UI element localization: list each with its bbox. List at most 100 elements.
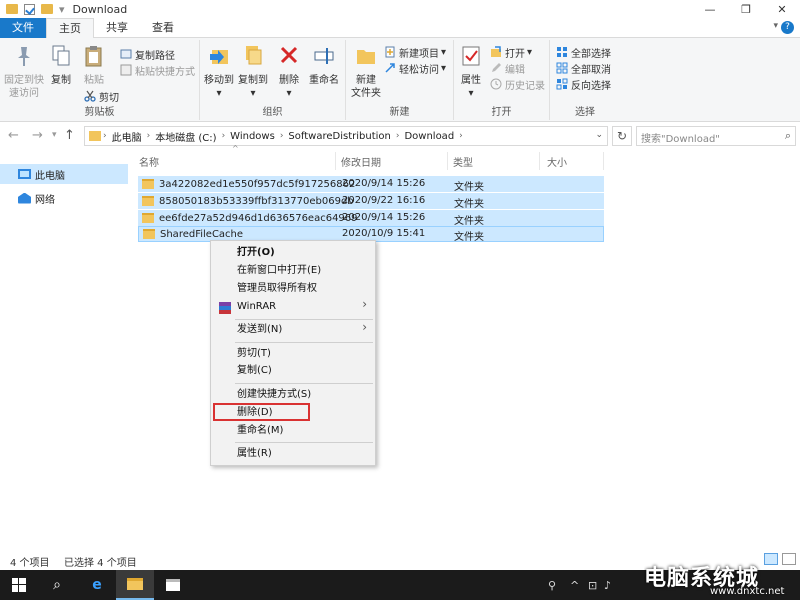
- copy-path-button[interactable]: 复制路径: [120, 46, 175, 62]
- new-folder-button[interactable]: 新建 文件夹: [350, 44, 382, 100]
- select-none-button[interactable]: 全部取消: [556, 60, 611, 76]
- copy-to-label: 复制到: [238, 75, 268, 86]
- forward-arrow-icon[interactable]: →: [32, 128, 43, 143]
- delete-button[interactable]: 删除 ▾: [276, 44, 302, 100]
- pin-label-1: 固定到快: [4, 75, 44, 86]
- move-to-button[interactable]: 移动到 ▾: [202, 44, 236, 100]
- menu-item-copy[interactable]: 复制(C): [237, 363, 272, 379]
- crumb-softwaredistribution[interactable]: SoftwareDistribution: [288, 131, 390, 142]
- menu-item-rename[interactable]: 重命名(M): [237, 423, 283, 439]
- file-explorer-icon[interactable]: [116, 570, 154, 600]
- menu-item-create-shortcut[interactable]: 创建快捷方式(S): [237, 387, 311, 403]
- chevron-right-icon: ›: [221, 131, 226, 141]
- address-bar[interactable]: › 此电脑 › 本地磁盘 (C:) › Windows › SoftwareDi…: [84, 126, 608, 146]
- nav-item-this-pc[interactable]: 此电脑: [0, 164, 128, 184]
- context-menu: 打开(O) 在新窗口中打开(E) 管理员取得所有权 WinRAR › 发送到(N…: [210, 240, 376, 466]
- invert-selection-label: 反向选择: [571, 80, 611, 92]
- file-row[interactable]: ee6fde27a52d946d1d636576eac64969 2020/9/…: [138, 210, 604, 227]
- maximize-button[interactable]: ❐: [728, 0, 764, 18]
- history-button[interactable]: 历史记录: [490, 76, 545, 92]
- menu-item-winrar[interactable]: WinRAR: [237, 299, 276, 315]
- copy-button[interactable]: 复制: [46, 44, 76, 87]
- open-dropdown-icon: ▾: [527, 46, 533, 58]
- paste-button[interactable]: 粘贴: [78, 44, 110, 87]
- refresh-button[interactable]: ↻: [612, 126, 632, 146]
- new-folder-quick-icon[interactable]: [41, 4, 53, 14]
- crumb-this-pc[interactable]: 此电脑: [112, 129, 142, 144]
- crumb-download[interactable]: Download: [404, 131, 454, 142]
- windows-logo-icon: [12, 578, 26, 592]
- close-button[interactable]: ✕: [764, 0, 800, 18]
- file-name: 858050183b53339ffbf313770eb069db: [159, 195, 354, 207]
- paste-shortcut-button[interactable]: 粘贴快捷方式: [120, 62, 195, 78]
- network-tray-icon[interactable]: ⊡: [588, 579, 597, 592]
- menu-separator: [235, 342, 373, 343]
- rename-button[interactable]: 重命名: [306, 44, 342, 87]
- edit-button[interactable]: 编辑: [490, 60, 525, 76]
- properties-label: 属性: [461, 75, 481, 86]
- select-none-icon: [556, 62, 568, 74]
- column-header-name[interactable]: 名称: [136, 152, 336, 170]
- menu-item-send-to[interactable]: 发送到(N): [237, 322, 282, 338]
- chevron-right-icon: ›: [103, 131, 107, 141]
- person-icon[interactable]: ⚲: [548, 579, 556, 592]
- windows-start-icon[interactable]: [0, 570, 38, 600]
- properties-button[interactable]: 属性 ▾: [458, 44, 484, 100]
- recent-dropdown-icon[interactable]: ▾: [52, 130, 57, 140]
- tab-share[interactable]: 共享: [94, 18, 140, 38]
- tab-file[interactable]: 文件: [0, 18, 46, 38]
- file-row[interactable]: 3a422082ed1e550f957dc5f917256862 2020/9/…: [138, 176, 604, 193]
- open-group-label: 打开: [491, 107, 512, 118]
- volume-icon[interactable]: ♪: [604, 579, 611, 592]
- select-all-button[interactable]: 全部选择: [556, 44, 611, 60]
- cut-button[interactable]: 剪切: [84, 88, 119, 104]
- column-modified-label: 修改日期: [341, 157, 381, 169]
- search-icon[interactable]: ⌕: [38, 570, 76, 600]
- address-row: ← → ▾ ↑ › 此电脑 › 本地磁盘 (C:) › Windows › So…: [0, 124, 800, 148]
- pin-quick-access-button[interactable]: 固定到快 速访问: [4, 44, 44, 100]
- clipboard-group-label: 剪贴板: [84, 107, 115, 118]
- menu-item-open-new-window[interactable]: 在新窗口中打开(E): [237, 263, 321, 279]
- crumb-windows[interactable]: Windows: [230, 131, 275, 142]
- store-icon[interactable]: [154, 570, 192, 600]
- invert-selection-button[interactable]: 反向选择: [556, 76, 611, 92]
- history-label: 历史记录: [505, 80, 545, 92]
- address-dropdown-icon[interactable]: ⌄: [595, 130, 603, 140]
- menu-item-cut[interactable]: 剪切(T): [237, 346, 271, 362]
- copy-to-button[interactable]: 复制到 ▾: [236, 44, 270, 100]
- tab-view[interactable]: 查看: [140, 18, 186, 38]
- history-icon: [490, 78, 502, 90]
- chevron-up-icon[interactable]: ^: [570, 579, 579, 592]
- column-header-type[interactable]: 类型: [450, 152, 540, 170]
- nav-item-network[interactable]: 网络: [0, 188, 128, 208]
- column-header-size[interactable]: 大小: [544, 152, 604, 170]
- menu-item-open[interactable]: 打开(O): [237, 245, 275, 261]
- help-icon[interactable]: ?: [781, 21, 794, 34]
- column-header-modified[interactable]: 修改日期: [338, 152, 448, 170]
- file-name: ee6fde27a52d946d1d636576eac64969: [159, 212, 358, 224]
- move-to-icon: [210, 50, 228, 64]
- new-folder-label-2: 文件夹: [351, 88, 381, 99]
- crumb-local-disk[interactable]: 本地磁盘 (C:): [155, 129, 216, 144]
- menu-item-take-ownership[interactable]: 管理员取得所有权: [237, 281, 317, 297]
- up-arrow-icon[interactable]: ↑: [64, 128, 75, 143]
- new-item-label: 新建项目: [399, 48, 439, 60]
- open-button[interactable]: 打开 ▾: [490, 44, 532, 60]
- menu-item-properties[interactable]: 属性(R): [237, 446, 272, 462]
- properties-quick-icon[interactable]: [24, 3, 35, 15]
- chevron-down-icon[interactable]: ▾: [773, 21, 778, 31]
- column-size-label: 大小: [547, 157, 567, 169]
- file-row[interactable]: 858050183b53339ffbf313770eb069db 2020/9/…: [138, 193, 604, 210]
- tab-home[interactable]: 主页: [46, 18, 94, 39]
- back-arrow-icon[interactable]: ←: [8, 128, 19, 143]
- minimize-button[interactable]: —: [692, 0, 728, 18]
- chevron-right-icon: ›: [146, 131, 151, 141]
- new-item-button[interactable]: 新建项目 ▾: [384, 44, 446, 60]
- easy-access-button[interactable]: 轻松访问 ▾: [384, 60, 446, 76]
- properties-icon: [462, 46, 480, 66]
- edge-browser-icon[interactable]: e: [78, 570, 116, 600]
- quick-access-dropdown-icon[interactable]: ▾: [59, 3, 65, 16]
- paste-shortcut-icon: [120, 64, 132, 76]
- search-input[interactable]: 搜索"Download" ⌕: [636, 126, 796, 146]
- new-group-label: 新建: [389, 107, 410, 118]
